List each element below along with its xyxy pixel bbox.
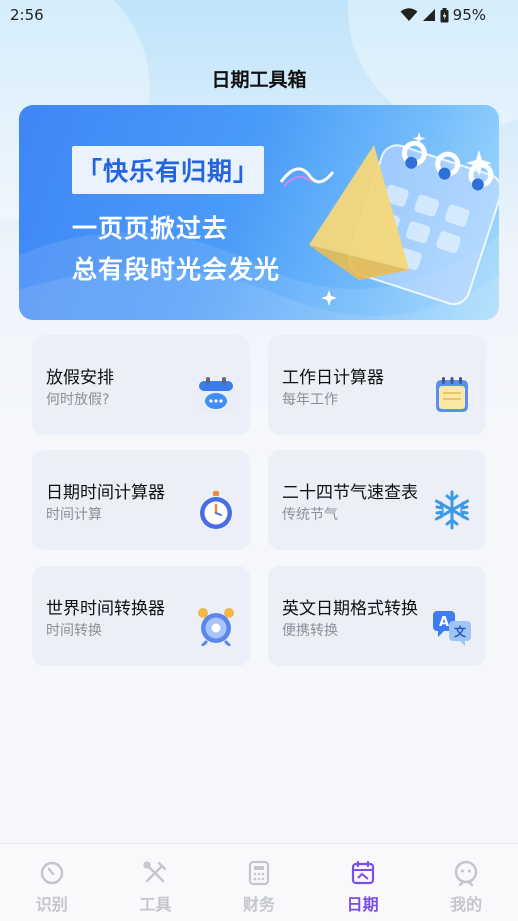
tool-card-holiday[interactable]: 放假安排 何时放假? [32, 335, 250, 435]
calendar-icon [351, 860, 374, 885]
tools-icon [143, 861, 167, 883]
tool-card-solar-terms[interactable]: 二十四节气速查表 传统节气 [268, 450, 486, 550]
status-time: 2:56 [10, 6, 44, 24]
tab-date[interactable]: 日期 [311, 844, 415, 921]
tool-title: 工作日计算器 [282, 368, 384, 388]
battery-icon [440, 7, 449, 22]
tool-title: 世界时间转换器 [46, 599, 165, 619]
banner-line-1: 一页页掀过去 [72, 214, 229, 243]
promo-banner[interactable]: 「快乐有归期」 一页页掀过去 总有段时光会发光 [19, 105, 499, 320]
tool-subtitle: 传统节气 [282, 507, 338, 523]
banner-tag: 「快乐有归期」 [72, 146, 264, 194]
notepad-calendar-icon [436, 377, 468, 412]
battery-level: 95% [452, 6, 486, 24]
tab-finance[interactable]: 财务 [207, 844, 311, 921]
calculator-icon [248, 860, 270, 886]
tool-subtitle: 时间计算 [46, 507, 102, 523]
status-bar: 2:56 95% [0, 0, 518, 30]
tab-profile[interactable]: 我的 [414, 844, 518, 921]
snowflake-icon [434, 490, 470, 530]
calendar-illustration [279, 132, 499, 306]
banner-line-2: 总有段时光会发光 [72, 255, 281, 284]
tool-subtitle: 何时放假? [46, 392, 110, 408]
tool-subtitle: 每年工作 [282, 392, 338, 408]
tool-subtitle: 便携转换 [282, 623, 338, 639]
wifi-icon [400, 8, 418, 21]
tab-tools[interactable]: 工具 [104, 844, 208, 921]
signal-icon [422, 9, 435, 21]
tab-recognize[interactable]: 识别 [0, 844, 104, 921]
profile-icon [454, 860, 478, 886]
svg-text:文: 文 [454, 624, 467, 639]
tool-card-world-time[interactable]: 世界时间转换器 时间转换 [32, 566, 250, 666]
svg-text:A: A [439, 615, 449, 630]
tool-card-workday[interactable]: 工作日计算器 每年工作 [268, 335, 486, 435]
tab-label: 工具 [139, 895, 172, 914]
tool-subtitle: 时间转换 [46, 623, 102, 639]
tool-title: 日期时间计算器 [46, 483, 165, 503]
tool-title: 二十四节气速查表 [282, 483, 418, 503]
stopwatch-icon [200, 491, 232, 529]
tool-card-datetime-calculator[interactable]: 日期时间计算器 时间计算 [32, 450, 250, 550]
calendar-chat-icon [199, 377, 233, 412]
tab-label: 识别 [35, 895, 68, 914]
translate-icon: A 文 [433, 611, 471, 646]
tab-label: 日期 [346, 895, 379, 914]
tool-card-english-date-format[interactable]: 英文日期格式转换 便携转换 A 文 [268, 566, 486, 666]
page-title: 日期工具箱 [211, 69, 307, 91]
tool-title: 放假安排 [46, 368, 114, 388]
scan-icon [40, 861, 64, 885]
tab-label: 财务 [242, 895, 275, 914]
alarm-clock-icon [198, 608, 234, 646]
tab-label: 我的 [450, 895, 483, 914]
bottom-tab-bar: 识别 工具 财务 日期 我的 [0, 843, 518, 921]
tool-title: 英文日期格式转换 [282, 599, 418, 619]
